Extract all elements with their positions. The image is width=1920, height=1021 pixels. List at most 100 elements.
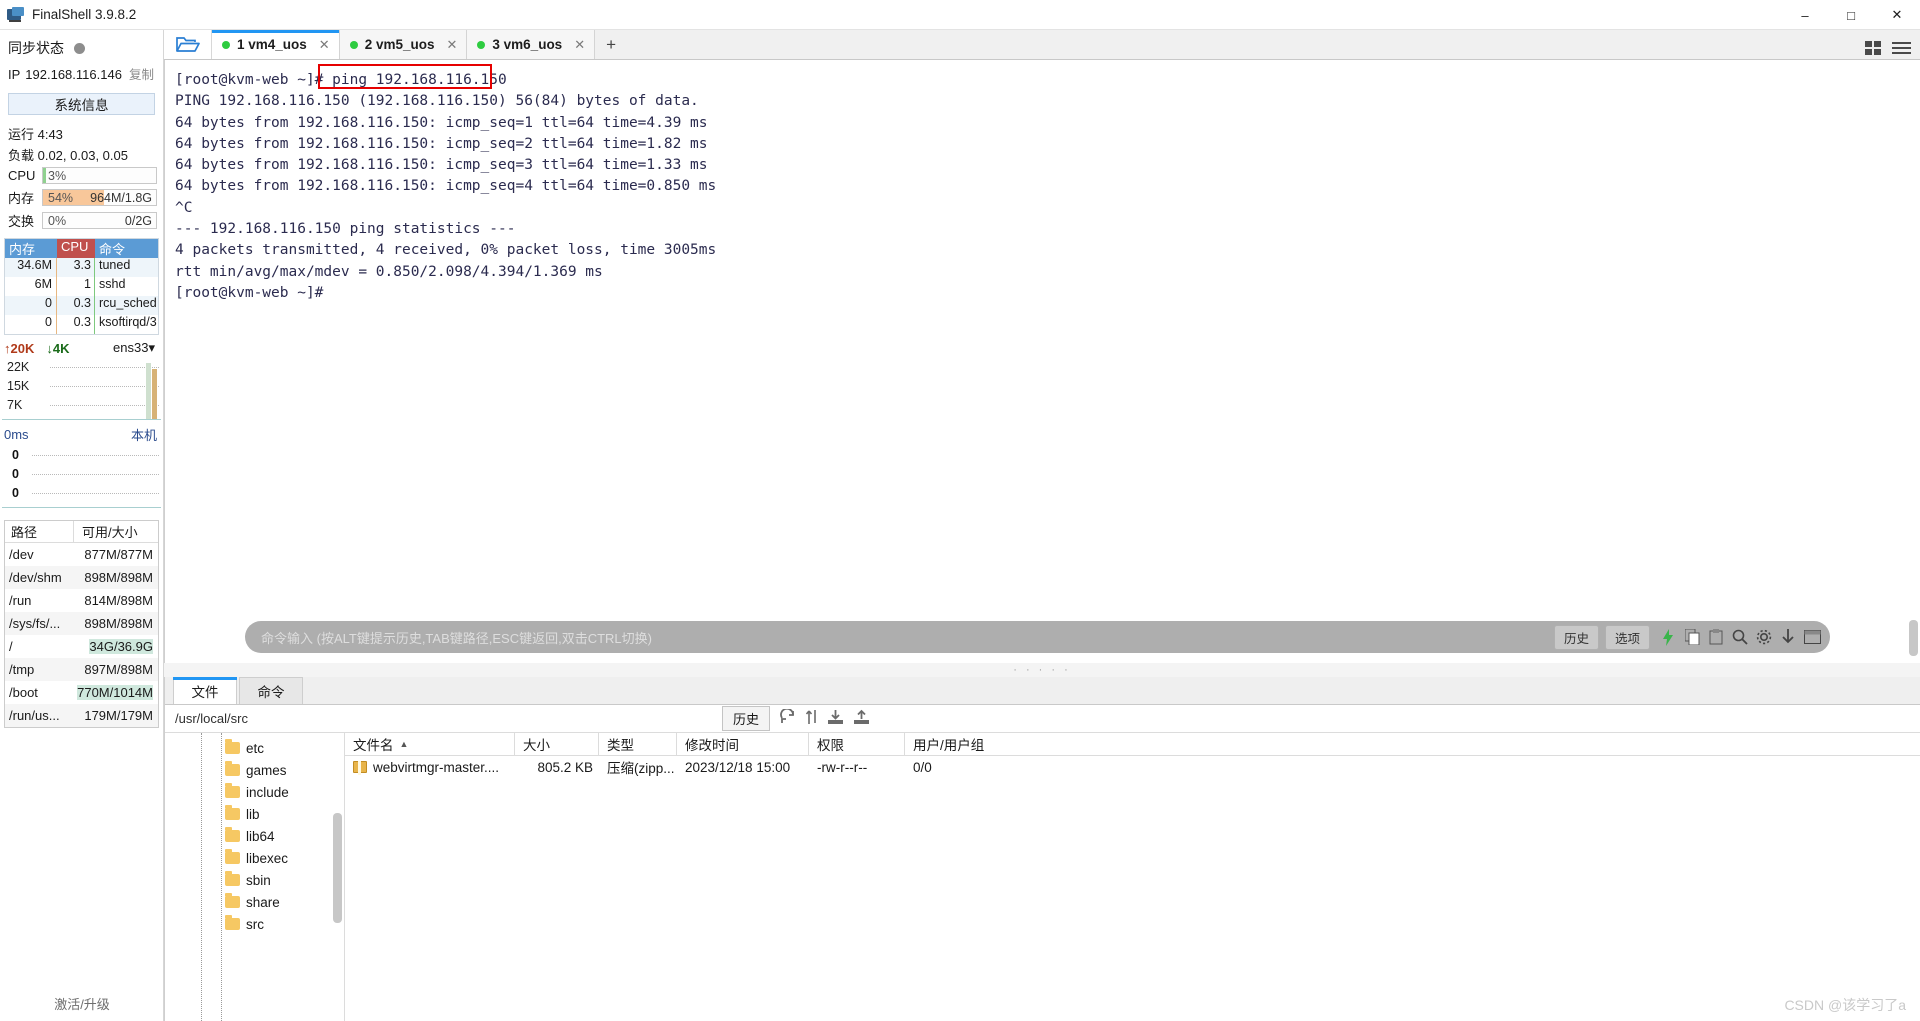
tree-node[interactable]: lib64	[165, 825, 344, 847]
paste-icon[interactable]	[1704, 625, 1728, 649]
disk-row[interactable]: /dev 877M/877M	[5, 543, 158, 566]
interface-name: ens33	[113, 340, 149, 355]
path-bar: /usr/local/src 历史	[165, 705, 1920, 733]
disk-row[interactable]: /dev/shm 898M/898M	[5, 566, 158, 589]
close-button[interactable]: ✕	[1874, 0, 1920, 30]
file-col-modified[interactable]: 修改时间	[677, 732, 809, 756]
close-tab-icon[interactable]: ✕	[574, 37, 585, 53]
tree-node[interactable]: etc	[165, 737, 344, 759]
command-input[interactable]: 命令输入 (按ALT键提示历史,TAB键路径,ESC键返回,双击CTRL切换)	[261, 628, 1554, 647]
gauge-bar: 54% 964M/1.8G	[42, 189, 157, 206]
file-area: etc games include lib lib64 libexec sbin share s…	[165, 732, 1920, 1021]
tree-node-label: sbin	[246, 872, 271, 888]
session-tab[interactable]: 1 vm4_uos ✕	[212, 30, 340, 59]
file-col-owner[interactable]: 用户/用户组	[905, 733, 1065, 756]
process-col-cmd: 命令	[95, 239, 158, 258]
tree-node[interactable]: lib	[165, 803, 344, 825]
refresh-icon[interactable]	[779, 707, 796, 728]
download-icon[interactable]	[1776, 625, 1800, 649]
process-cpu: 1	[57, 277, 95, 296]
gear-icon[interactable]	[1752, 625, 1776, 649]
disk-row[interactable]: / 34G/36.9G	[5, 635, 158, 658]
tree-node[interactable]: games	[165, 759, 344, 781]
disk-row[interactable]: /sys/fs/... 898M/898M	[5, 612, 158, 635]
disk-row[interactable]: /run 814M/898M	[5, 589, 158, 612]
watermark: CSDN @该学习了a	[1784, 997, 1906, 1013]
file-type: 压缩(zipp...	[607, 761, 675, 776]
main-area: 1 vm4_uos ✕ 2 vm5_uos ✕ 3 vm6_uos ✕ + [r…	[164, 30, 1920, 1021]
disk-path: /	[9, 639, 13, 654]
folder-icon	[225, 761, 240, 776]
tree-node[interactable]: share	[165, 891, 344, 913]
download-file-icon[interactable]	[827, 709, 844, 728]
bottom-panel-tab[interactable]: 命令	[239, 677, 303, 704]
command-options-button[interactable]: 选项	[1604, 624, 1650, 650]
search-icon[interactable]	[1728, 625, 1752, 649]
panel-splitter[interactable]: · · · · ·	[164, 663, 1920, 677]
disk-path: /boot	[9, 685, 38, 700]
connection-status-icon	[222, 40, 230, 49]
process-row[interactable]: 0 0.3 ksoftirqd/3	[5, 315, 158, 334]
disk-row[interactable]: /tmp 897M/898M	[5, 658, 158, 681]
disk-size: 179M/179M	[73, 708, 158, 723]
sort-icon[interactable]	[805, 709, 818, 728]
tree-node[interactable]: sbin	[165, 869, 344, 891]
file-row[interactable]: webvirtmgr-master.... 805.2 KB 压缩(zipp... 2…	[345, 756, 1920, 778]
current-path[interactable]: /usr/local/src	[165, 711, 248, 726]
tree-scrollbar[interactable]	[333, 813, 342, 923]
copy-ip-button[interactable]: 复制	[129, 64, 154, 83]
gauge-detail: 0/2G	[124, 214, 152, 228]
copy-icon[interactable]	[1680, 625, 1704, 649]
open-folder-button[interactable]	[164, 30, 212, 59]
command-history-button[interactable]: 历史	[1553, 624, 1599, 650]
minimize-button[interactable]: –	[1782, 0, 1828, 30]
terminal-scrollbar[interactable]	[1909, 620, 1918, 656]
window-icon[interactable]	[1800, 625, 1824, 649]
latency-graph: 0 0 0	[2, 446, 161, 508]
tree-node[interactable]: include	[165, 781, 344, 803]
process-mem: 0	[5, 296, 57, 315]
close-tab-icon[interactable]: ✕	[447, 37, 458, 53]
upload-file-icon[interactable]	[853, 709, 870, 728]
net-bar	[146, 363, 151, 419]
session-tab[interactable]: 2 vm5_uos ✕	[339, 30, 468, 59]
latency-y-label-1: 0	[12, 467, 19, 481]
file-col-size[interactable]: 大小	[515, 732, 599, 756]
close-tab-icon[interactable]: ✕	[319, 37, 330, 53]
archive-icon	[353, 761, 367, 775]
file-manager-panel: 文件 命令 /usr/local/src 历史 etc games includ…	[164, 677, 1920, 1021]
process-mem: 6M	[5, 277, 57, 296]
sync-status-indicator	[74, 42, 85, 54]
file-list: 文件名 ▲ 大小 类型 修改时间 权限 用户/用户组 webvirtmgr-ma…	[345, 732, 1920, 1021]
grid-view-icon[interactable]	[1865, 41, 1882, 59]
disk-row[interactable]: /run/us... 179M/179M	[5, 704, 158, 727]
file-history-button[interactable]: 历史	[721, 706, 770, 731]
disk-row[interactable]: /boot 770M/1014M	[5, 681, 158, 704]
system-info-button[interactable]: 系统信息	[8, 93, 155, 115]
command-input-bar[interactable]: 命令输入 (按ALT键提示历史,TAB键路径,ESC键返回,双击CTRL切换) …	[245, 621, 1830, 653]
hamburger-menu-icon[interactable]	[1892, 41, 1911, 59]
maximize-button[interactable]: □	[1828, 0, 1874, 30]
tree-node[interactable]: src	[165, 913, 344, 935]
network-interface-selector[interactable]: ens33▾	[113, 340, 155, 356]
process-row[interactable]: 6M 1 sshd	[5, 277, 158, 296]
lightning-icon[interactable]	[1656, 625, 1680, 649]
gauge-label: 内存	[8, 191, 35, 206]
session-tab[interactable]: 3 vm6_uos ✕	[467, 30, 596, 59]
disk-size-value: 897M/898M	[84, 662, 153, 677]
file-col-name[interactable]: 文件名 ▲	[345, 732, 515, 756]
gauge-bar: 3%	[42, 167, 157, 184]
tree-node-label: games	[246, 762, 287, 778]
tree-node[interactable]: libexec	[165, 847, 344, 869]
process-row[interactable]: 34.6M 3.3 tuned	[5, 258, 158, 277]
terminal-output[interactable]: [root@kvm-web ~]# ping 192.168.116.150 P…	[165, 60, 1920, 663]
activate-upgrade-link[interactable]: 激活/升级	[0, 994, 164, 1013]
bottom-panel-tab[interactable]: 文件	[173, 677, 237, 704]
file-col-type[interactable]: 类型	[599, 732, 677, 756]
terminal-panel[interactable]: [root@kvm-web ~]# ping 192.168.116.150 P…	[164, 60, 1920, 663]
process-row[interactable]: 0 0.3 rcu_sched	[5, 296, 158, 315]
file-col-perms[interactable]: 权限	[809, 732, 905, 756]
network-graph: 22K 15K 7K	[2, 358, 161, 420]
new-tab-button[interactable]: +	[595, 30, 627, 59]
directory-tree[interactable]: etc games include lib lib64 libexec sbin share s…	[165, 733, 345, 1021]
